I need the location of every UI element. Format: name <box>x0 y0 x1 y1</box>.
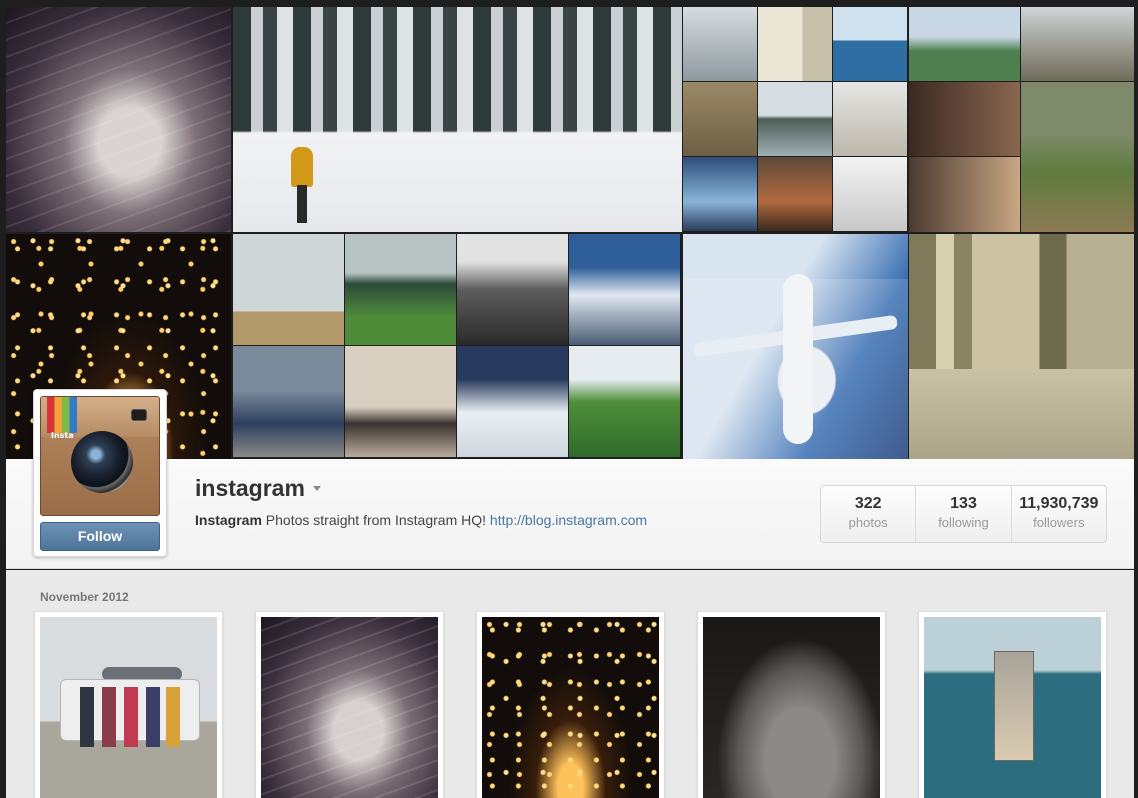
photo-feed: November 2012 <box>6 570 1134 798</box>
photo-image <box>40 617 217 798</box>
bio-text: Photos straight from Instagram HQ! <box>261 512 490 528</box>
bio-website-link[interactable]: http://blog.instagram.com <box>490 512 647 528</box>
stat-photos[interactable]: 322 photos <box>821 486 915 542</box>
stat-label: photos <box>848 515 888 530</box>
feed-photo-sea-tower[interactable] <box>918 611 1107 798</box>
mosaic-photo-foggy-trees[interactable] <box>683 7 757 81</box>
stat-following[interactable]: 133 following <box>915 486 1010 542</box>
photo-image <box>703 617 880 798</box>
photo-image <box>482 617 659 798</box>
stat-label: following <box>938 515 989 530</box>
mosaic-photo-tunnel[interactable] <box>683 157 757 231</box>
mosaic-photo-haystack-rock[interactable] <box>345 346 456 457</box>
group-of-people <box>80 687 180 747</box>
bio-name: Instagram <box>195 512 262 528</box>
viewfinder-icon <box>131 409 147 421</box>
month-heading: November 2012 <box>40 590 129 604</box>
stat-value: 11,930,739 <box>1019 495 1099 512</box>
mosaic-photo-figurine[interactable] <box>833 157 907 231</box>
mosaic-photo-green-field[interactable] <box>345 234 456 345</box>
avatar-label: Insta <box>51 431 74 440</box>
mosaic-photo-woman-llama[interactable] <box>909 82 1020 156</box>
photo-image <box>261 617 438 798</box>
mosaic-photo-ocean[interactable] <box>833 7 907 81</box>
hiker-figure <box>291 147 313 223</box>
tower-shape <box>994 651 1034 761</box>
feed-photo-van[interactable] <box>34 611 223 798</box>
mosaic-photo-airplane[interactable] <box>683 234 908 459</box>
stat-followers[interactable]: 11,930,739 followers <box>1010 486 1106 542</box>
avatar-card: Insta Follow <box>33 389 167 557</box>
feed-photo-dome[interactable] <box>255 611 444 798</box>
mosaic-grid-llama <box>909 7 1134 232</box>
profile-stats: 322 photos 133 following 11,930,739 foll… <box>820 485 1107 543</box>
mosaic-photo-selfie[interactable] <box>909 157 1020 232</box>
mosaic-photo-rocky-mountain[interactable] <box>457 234 568 345</box>
mosaic-photo-mountains[interactable] <box>1021 7 1134 81</box>
mosaic-photo-man-llama[interactable] <box>909 7 1020 81</box>
camera-lens-icon <box>71 431 133 493</box>
mosaic-photo-llama-ruins[interactable] <box>1021 82 1134 232</box>
mosaic-photo-dome[interactable] <box>6 7 231 232</box>
profile-username: instagram <box>195 475 305 501</box>
mosaic-photo-walker[interactable] <box>833 82 907 156</box>
profile-bio: Instagram Photos straight from Instagram… <box>195 512 647 528</box>
chevron-down-icon[interactable] <box>312 486 321 491</box>
feed-photo-lanterns[interactable] <box>476 611 665 798</box>
stat-label: followers <box>1033 515 1085 530</box>
username-row: instagram <box>195 475 321 502</box>
mosaic-grid-2x4 <box>233 234 682 459</box>
mosaic-photo-green-hill[interactable] <box>569 346 680 457</box>
mosaic-photo-snow-forest[interactable] <box>233 7 682 232</box>
mosaic-photo-boat[interactable] <box>758 157 832 231</box>
mosaic-photo-silhouette[interactable] <box>457 346 568 457</box>
profile-header: Insta Follow instagram Instagram Photos … <box>6 389 1134 569</box>
feed-photo-cloth[interactable] <box>697 611 886 798</box>
mosaic-photo-balloon[interactable] <box>758 7 832 81</box>
mosaic-photo-doorway[interactable] <box>683 82 757 156</box>
photo-image <box>924 617 1101 798</box>
mosaic-photo-beach-figure[interactable] <box>233 234 344 345</box>
mosaic-grid-3x3 <box>683 7 908 232</box>
mosaic-photo-snowy-hills[interactable] <box>233 346 344 457</box>
cover-photo-mosaic <box>6 7 1134 459</box>
profile-avatar[interactable]: Insta <box>40 396 160 516</box>
airplane-body <box>783 274 813 444</box>
rainbow-stripe <box>47 397 77 433</box>
mosaic-photo-building[interactable] <box>909 234 1134 459</box>
mosaic-photo-lake[interactable] <box>758 82 832 156</box>
stat-value: 322 <box>854 495 882 512</box>
mosaic-photo-deer-clouds[interactable] <box>569 234 680 345</box>
stat-value: 133 <box>950 495 977 512</box>
follow-button[interactable]: Follow <box>40 522 160 551</box>
